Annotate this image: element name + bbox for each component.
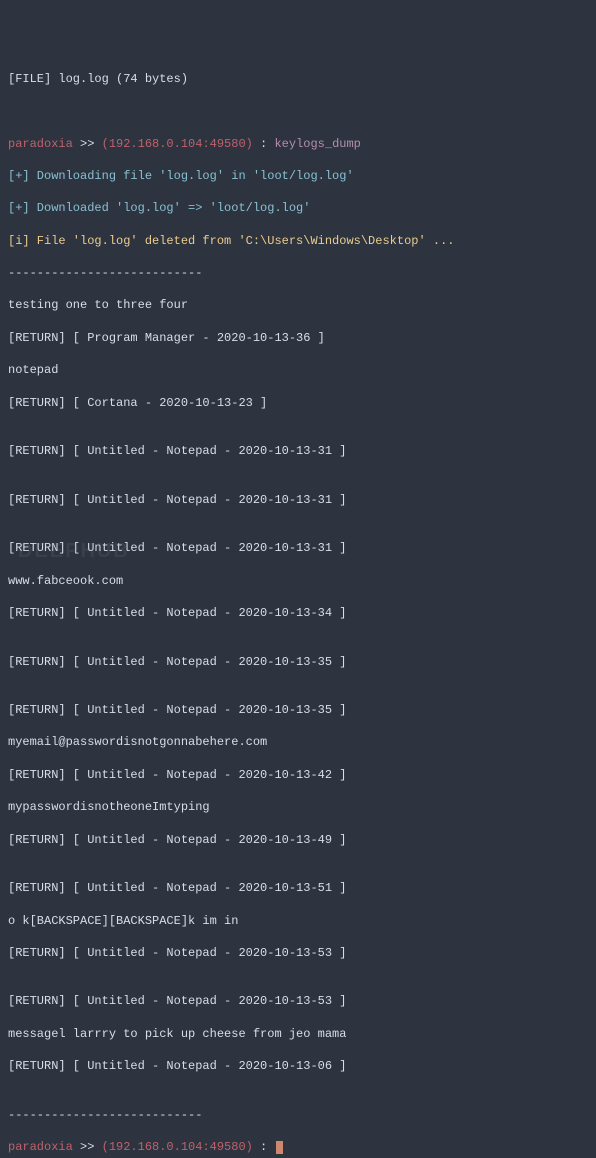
- log-line: [RETURN] [ Untitled - Notepad - 2020-10-…: [8, 654, 588, 670]
- log-line: o k[BACKSPACE][BACKSPACE]k im in: [8, 913, 588, 929]
- log-line: [RETURN] [ Untitled - Notepad - 2020-10-…: [8, 993, 588, 1009]
- log-line: mypasswordisnotheoneImtyping: [8, 799, 588, 815]
- log-line: [RETURN] [ Untitled - Notepad - 2020-10-…: [8, 702, 588, 718]
- log-line: [RETURN] [ Untitled - Notepad - 2020-10-…: [8, 605, 588, 621]
- divider-dashes-2: ---------------------------: [8, 1107, 588, 1123]
- prompt-host: (192.168.0.104:49580): [102, 137, 253, 151]
- download-message-1: [+] Downloading file 'log.log' in 'loot/…: [8, 168, 588, 184]
- log-line: [RETURN] [ Cortana - 2020-10-13-23 ]: [8, 395, 588, 411]
- prompt-name: paradoxia: [8, 1140, 73, 1154]
- log-line: [RETURN] [ Untitled - Notepad - 2020-10-…: [8, 767, 588, 783]
- prompt-arrow: >>: [73, 137, 102, 151]
- prompt-line-2[interactable]: paradoxia >> (192.168.0.104:49580) :: [8, 1139, 588, 1155]
- blank-line: [8, 103, 588, 119]
- prompt-colon: :: [253, 1140, 275, 1154]
- log-line: [RETURN] [ Untitled - Notepad - 2020-10-…: [8, 443, 588, 459]
- prompt-name: paradoxia: [8, 137, 73, 151]
- info-message-1: [i] File 'log.log' deleted from 'C:\User…: [8, 233, 588, 249]
- log-line: myemail@passwordisnotgonnabehere.com: [8, 734, 588, 750]
- log-line: messagel larrry to pick up cheese from j…: [8, 1026, 588, 1042]
- log-line: [RETURN] [ Untitled - Notepad - 2020-10-…: [8, 945, 588, 961]
- log-line: [RETURN] [ Untitled - Notepad - 2020-10-…: [8, 492, 588, 508]
- divider-dashes-1: ---------------------------: [8, 265, 588, 281]
- terminal-cursor[interactable]: [276, 1141, 283, 1154]
- log-line: notepad: [8, 362, 588, 378]
- prompt-colon: :: [253, 137, 275, 151]
- command-text: keylogs_dump: [274, 137, 360, 151]
- log-line: [RETURN] [ Untitled - Notepad - 2020-10-…: [8, 1058, 588, 1074]
- prompt-line-1: paradoxia >> (192.168.0.104:49580) : key…: [8, 136, 588, 152]
- download-message-2: [+] Downloaded 'log.log' => 'loot/log.lo…: [8, 200, 588, 216]
- log-line: [RETURN] [ Untitled - Notepad - 2020-10-…: [8, 832, 588, 848]
- log-line: testing one to three four: [8, 297, 588, 313]
- prompt-arrow: >>: [73, 1140, 102, 1154]
- log-line: [RETURN] [ Untitled - Notepad - 2020-10-…: [8, 880, 588, 896]
- file-header-line: [FILE] log.log (74 bytes): [8, 71, 588, 87]
- log-line: [RETURN] [ Untitled - Notepad - 2020-10-…: [8, 540, 588, 556]
- log-line: www.fabceook.com: [8, 573, 588, 589]
- prompt-host: (192.168.0.104:49580): [102, 1140, 253, 1154]
- log-line: [RETURN] [ Program Manager - 2020-10-13-…: [8, 330, 588, 346]
